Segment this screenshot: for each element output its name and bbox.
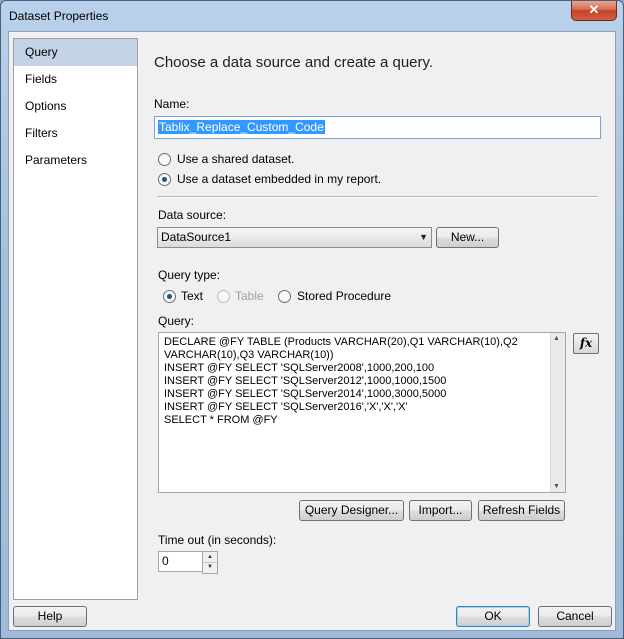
query-line: INSERT @FY SELECT 'SQLServer2014',1000,3… <box>164 388 447 400</box>
query-line: INSERT @FY SELECT 'SQLServer2016','X','X… <box>164 401 408 413</box>
name-label: Name: <box>154 97 190 111</box>
radio-query-type-text-label[interactable]: Text <box>181 289 203 303</box>
nav-item-fields[interactable]: Fields <box>14 66 137 93</box>
radio-query-type-text[interactable] <box>163 290 176 303</box>
nav-item-filters[interactable]: Filters <box>14 120 137 147</box>
section-divider <box>157 196 598 198</box>
help-button[interactable]: Help <box>13 606 87 627</box>
import-button[interactable]: Import... <box>409 500 472 521</box>
data-source-value: DataSource1 <box>161 230 232 244</box>
query-line: SELECT * FROM @FY <box>164 414 278 426</box>
query-scrollbar[interactable]: ▲ ▼ <box>550 333 565 492</box>
dialog-client-area: Query Fields Options Filters Parameters … <box>8 31 616 631</box>
query-text: DECLARE @FY TABLE (Products VARCHAR(20),… <box>164 336 544 427</box>
query-line: INSERT @FY SELECT 'SQLServer2012',1000,1… <box>164 375 447 387</box>
refresh-fields-button[interactable]: Refresh Fields <box>478 500 565 521</box>
scroll-up-icon[interactable]: ▲ <box>553 335 560 342</box>
cancel-button[interactable]: Cancel <box>538 606 612 627</box>
radio-embedded-dataset[interactable] <box>158 173 171 186</box>
radio-shared-dataset-label[interactable]: Use a shared dataset. <box>177 152 294 166</box>
expression-fx-button[interactable]: fx <box>573 333 599 354</box>
nav-item-options[interactable]: Options <box>14 93 137 120</box>
data-source-label: Data source: <box>158 208 227 222</box>
query-line: VARCHAR(10),Q3 VARCHAR(10)) <box>164 349 334 361</box>
nav-item-query[interactable]: Query <box>14 39 137 66</box>
query-designer-button[interactable]: Query Designer... <box>299 500 404 521</box>
radio-shared-dataset[interactable] <box>158 153 171 166</box>
radio-query-type-stored-procedure-label[interactable]: Stored Procedure <box>297 289 391 303</box>
radio-embedded-dataset-label[interactable]: Use a dataset embedded in my report. <box>177 172 381 186</box>
nav-item-parameters[interactable]: Parameters <box>14 147 137 174</box>
radio-query-type-table <box>217 290 230 303</box>
new-data-source-button[interactable]: New... <box>436 227 499 248</box>
page-heading: Choose a data source and create a query. <box>154 54 434 71</box>
fx-icon: fx <box>579 336 593 350</box>
scroll-down-icon[interactable]: ▼ <box>553 483 560 490</box>
name-field[interactable]: Tablix_Replace_Custom_Code <box>154 116 601 139</box>
title-bar[interactable]: Dataset Properties ✕ <box>1 1 623 31</box>
radio-query-type-table-label: Table <box>235 289 264 303</box>
name-field-value: Tablix_Replace_Custom_Code <box>158 120 325 134</box>
dropdown-arrow-icon: ▼ <box>419 232 428 242</box>
window-title: Dataset Properties <box>9 9 109 23</box>
query-editor[interactable]: DECLARE @FY TABLE (Products VARCHAR(20),… <box>158 332 566 493</box>
ok-button[interactable]: OK <box>456 606 530 627</box>
query-label: Query: <box>158 314 195 328</box>
close-icon: ✕ <box>588 2 600 17</box>
spin-down-icon[interactable]: ▼ <box>203 562 217 572</box>
close-button[interactable]: ✕ <box>571 1 617 21</box>
data-source-dropdown[interactable]: DataSource1 ▼ <box>157 227 432 248</box>
dataset-properties-dialog: Dataset Properties ✕ Query Fields Option… <box>0 0 624 639</box>
query-type-label: Query type: <box>158 268 221 282</box>
timeout-spinner: ▲ ▼ <box>202 551 218 574</box>
radio-query-type-stored-procedure[interactable] <box>278 290 291 303</box>
nav-panel: Query Fields Options Filters Parameters <box>13 38 138 600</box>
timeout-label: Time out (in seconds): <box>158 533 277 547</box>
query-line: DECLARE @FY TABLE (Products VARCHAR(20),… <box>164 336 518 348</box>
timeout-input[interactable]: 0 <box>158 551 206 572</box>
query-line: INSERT @FY SELECT 'SQLServer2008',1000,2… <box>164 362 435 374</box>
